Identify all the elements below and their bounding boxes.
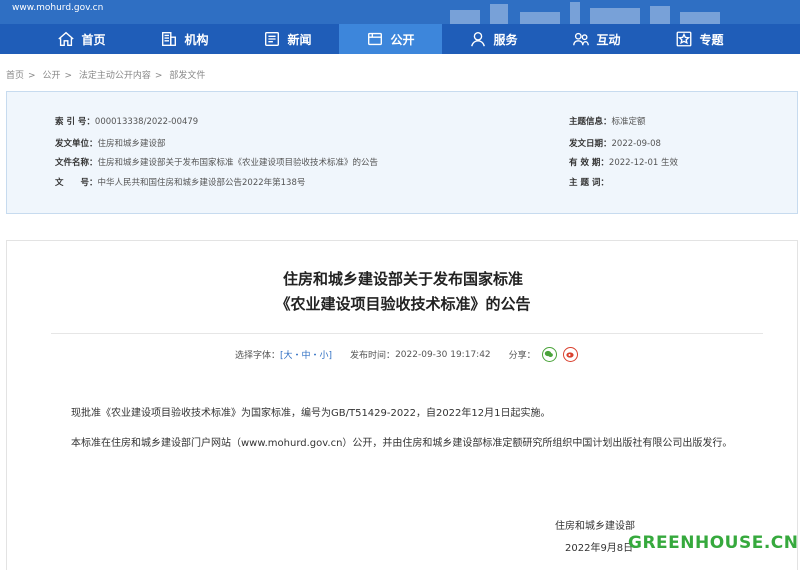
meta-index-value: 000013338/2022-00479	[94, 117, 199, 127]
star-icon	[677, 31, 692, 47]
meta-filename: 文件名称：住房和城乡建设部关于发布国家标准《农业建设项目验收技术标准》的公告	[55, 158, 379, 168]
site-url: www.mohurd.gov.cn	[12, 3, 104, 13]
breadcrumb-legal[interactable]: 法定主动公开内容	[79, 71, 151, 81]
nav-home[interactable]: 首页	[30, 24, 133, 54]
publish-time-value: 2022-09-30 19:17:42	[395, 349, 491, 360]
service-icon	[471, 32, 486, 47]
meta-index: 索 引 号：000013338/2022-00479	[55, 117, 199, 127]
meta-docno: 文 号：中华人民共和国住房和城乡建设部公告2022年第138号	[55, 178, 306, 188]
main-nav: 首页 机构 新闻 公开 服务 互动 专题	[0, 24, 800, 54]
meta-unit-value: 住房和城乡建设部	[97, 139, 166, 149]
article-title-line1: 住房和城乡建设部关于发布国家标准	[282, 270, 523, 288]
folder-icon	[368, 32, 383, 46]
meta-topic-value: 标准定额	[611, 117, 646, 127]
nav-interact[interactable]: 互动	[545, 24, 648, 54]
signer: 住房和城乡建设部	[555, 521, 635, 532]
article-card: 住房和城乡建设部关于发布国家标准 《农业建设项目验收技术标准》的公告 选择字体：…	[6, 240, 798, 570]
nav-news-label: 新闻	[287, 32, 312, 47]
watermark-text: GREENHOUSE.CN	[628, 533, 799, 553]
font-size-selector[interactable]: [大・中・小]	[280, 348, 332, 361]
building-icon	[162, 32, 177, 46]
breadcrumb-docs[interactable]: 部发文件	[169, 71, 205, 81]
home-icon	[58, 31, 75, 46]
nav-news[interactable]: 新闻	[236, 24, 339, 54]
meta-filename-value: 住房和城乡建设部关于发布国家标准《农业建设项目验收技术标准》的公告	[97, 158, 379, 168]
document-meta-box: 索 引 号：000013338/2022-00479 发文单位：住房和城乡建设部…	[6, 91, 798, 214]
people-icon	[573, 32, 590, 46]
article-paragraph-2: 本标准在住房和城乡建设部门户网站（www.mohurd.gov.cn）公开，并由…	[71, 438, 733, 449]
news-icon	[265, 32, 280, 46]
nav-open-label: 公开	[390, 32, 415, 47]
font-size-label: 选择字体：	[235, 351, 281, 361]
meta-valid-value: 2022-12-01 生效	[608, 158, 679, 168]
share-label: 分享：	[508, 351, 536, 361]
building-silhouette-icon	[450, 2, 720, 24]
meta-docno-value: 中华人民共和国住房和城乡建设部公告2022年第138号	[97, 178, 306, 188]
nav-open[interactable]: 公开	[339, 24, 442, 54]
nav-home-label: 首页	[81, 32, 106, 47]
breadcrumb-home[interactable]: 首页	[6, 71, 24, 81]
meta-date: 发文日期：2022-09-08	[569, 139, 661, 149]
article-paragraph-1: 现批准《农业建设项目验收技术标准》为国家标准，编号为GB/T51429-2022…	[71, 408, 551, 419]
wechat-share-icon[interactable]	[541, 347, 557, 362]
article-title-line2: 《农业建设项目验收技术标准》的公告	[275, 295, 531, 313]
breadcrumb: 首页 > 公开 > 法定主动公开内容 > 部发文件	[6, 71, 206, 81]
meta-topic: 主题信息：标准定额	[569, 117, 646, 127]
nav-interact-label: 互动	[596, 32, 621, 47]
breadcrumb-open[interactable]: 公开	[42, 71, 60, 81]
article-info-bar: 选择字体： [大・中・小] 发布时间： 2022-09-30 19:17:42 …	[235, 347, 578, 362]
meta-date-value: 2022-09-08	[611, 139, 661, 149]
nav-service[interactable]: 服务	[442, 24, 545, 54]
nav-org[interactable]: 机构	[133, 24, 236, 54]
meta-valid: 有 效 期：2022-12-01 生效	[569, 158, 679, 168]
nav-service-label: 服务	[493, 32, 518, 47]
nav-topic[interactable]: 专题	[648, 24, 751, 54]
publish-time-label: 发布时间：	[350, 351, 396, 361]
title-divider	[51, 333, 763, 334]
nav-org-label: 机构	[184, 32, 209, 47]
meta-keyword: 主 题 词：	[569, 178, 609, 188]
meta-unit: 发文单位：住房和城乡建设部	[55, 139, 166, 149]
nav-topic-label: 专题	[699, 32, 724, 47]
sign-date: 2022年9月8日	[565, 543, 634, 554]
weibo-share-icon[interactable]	[562, 347, 578, 362]
top-banner: www.mohurd.gov.cn	[0, 0, 800, 24]
